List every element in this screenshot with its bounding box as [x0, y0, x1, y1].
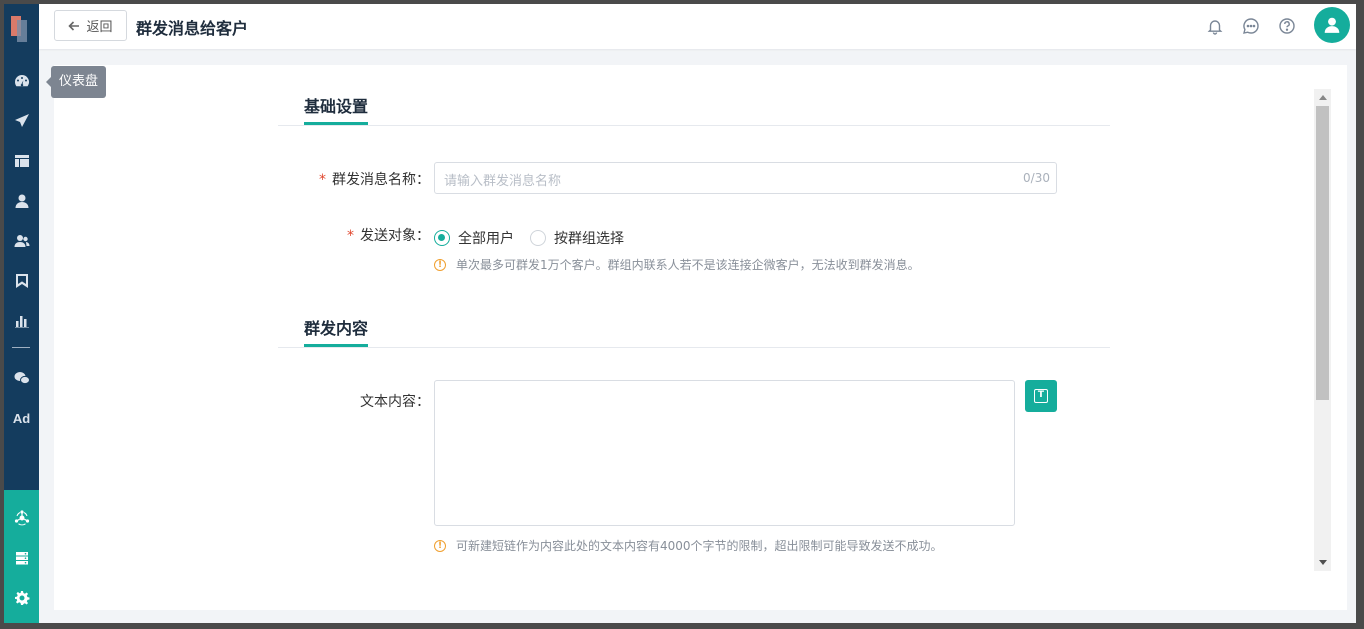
text-icon: T [1034, 389, 1048, 403]
sidebar-tooltip: 仪表盘 [45, 66, 107, 98]
header: 返回 群发消息给客户 [39, 4, 1356, 49]
gear-icon[interactable] [4, 578, 39, 618]
sidebar-bottom [4, 490, 39, 623]
user-icon[interactable] [4, 181, 39, 221]
section-title-basic: 基础设置 [304, 97, 369, 116]
user-avatar-icon [1324, 17, 1340, 33]
name-char-count: 0/30 [1023, 171, 1050, 185]
send-icon[interactable] [4, 101, 39, 141]
page-title: 群发消息给客户 [136, 19, 249, 38]
bookmark-icon[interactable] [4, 261, 39, 301]
back-label: 返回 [86, 20, 113, 35]
server-icon[interactable] [4, 538, 39, 578]
radio-dot-checked[interactable] [434, 230, 450, 246]
text-hint: ! 可新建短链作为内容此处的文本内容有4000个字节的限制，超出限制可能导致发送… [434, 537, 943, 554]
text-hint-text: 可新建短链作为内容此处的文本内容有4000个字节的限制，超出限制可能导致发送不成… [456, 539, 943, 553]
radio-by-group[interactable]: 按群组选择 [530, 228, 624, 248]
section-title-content: 群发内容 [304, 319, 369, 338]
ad-icon[interactable]: Ad [4, 398, 39, 438]
warning-icon: ! [434, 539, 446, 552]
radio-dot[interactable] [530, 230, 546, 246]
scroll-up-button[interactable] [1314, 89, 1331, 106]
text-label: 文本内容： [360, 394, 430, 410]
help-icon[interactable] [1278, 17, 1296, 35]
back-button[interactable]: 返回 [54, 10, 127, 41]
avatar[interactable] [1314, 7, 1350, 43]
dashboard-icon[interactable] [4, 61, 39, 101]
warning-icon: ! [434, 258, 446, 271]
radio-label-by-group: 按群组选择 [554, 231, 624, 247]
wechat-icon[interactable] [4, 358, 39, 398]
target-hint: ! 单次最多可群发1万个客户。群组内联系人若不是该连接企微客户，无法收到群发消息… [434, 256, 920, 273]
arrow-left-icon [68, 20, 80, 31]
sidebar: Ad [4, 4, 39, 623]
network-icon[interactable] [4, 498, 39, 538]
section-divider [278, 347, 1110, 348]
text-content-input[interactable] [434, 380, 1015, 526]
radio-label-all-users: 全部用户 [458, 231, 514, 247]
sidebar-divider [12, 347, 30, 348]
bell-icon[interactable] [1206, 17, 1224, 35]
app-window: Ad 仪表盘 返回 群发消息给客户 基础设置 * 群发消息名称： 请输入群发消息… [4, 4, 1356, 623]
name-placeholder: 请输入群发消息名称 [444, 174, 562, 189]
logo [11, 16, 27, 42]
users-icon[interactable] [4, 221, 39, 261]
vertical-scrollbar[interactable] [1314, 89, 1331, 571]
scroll-down-button[interactable] [1314, 554, 1331, 571]
name-input[interactable]: 请输入群发消息名称 0/30 [434, 162, 1057, 194]
name-label: * 群发消息名称： [319, 172, 430, 188]
scroll-thumb[interactable] [1316, 106, 1329, 400]
target-hint-text: 单次最多可群发1万个客户。群组内联系人若不是该连接企微客户，无法收到群发消息。 [456, 258, 920, 272]
target-label: * 发送对象： [347, 228, 430, 244]
insert-text-button[interactable]: T [1025, 380, 1057, 412]
content-panel: 基础设置 * 群发消息名称： 请输入群发消息名称 0/30 * 发送对象： 全部用户… [54, 65, 1347, 610]
section-divider [278, 125, 1110, 126]
layout-icon[interactable] [4, 141, 39, 181]
chart-icon[interactable] [4, 301, 39, 341]
ad-label: Ad [12, 410, 31, 426]
chat-icon[interactable] [1242, 17, 1260, 35]
radio-all-users[interactable]: 全部用户 [434, 228, 514, 248]
